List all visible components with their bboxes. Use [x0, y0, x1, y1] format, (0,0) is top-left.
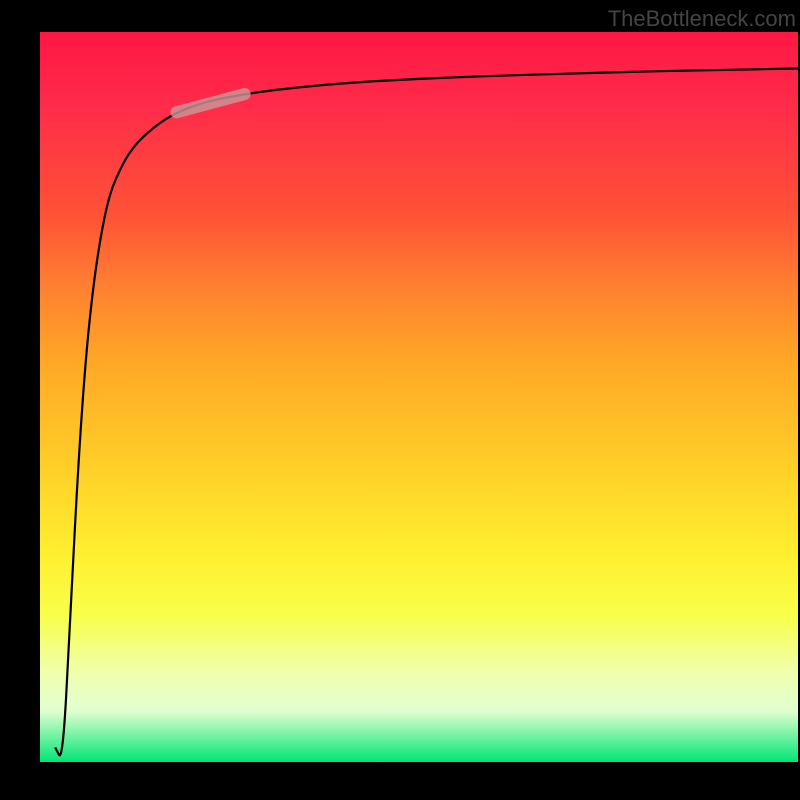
plot-area [40, 32, 798, 762]
curve-path [55, 69, 798, 756]
attribution-text: TheBottleneck.com [608, 6, 796, 32]
chart-frame: TheBottleneck.com [0, 0, 800, 800]
highlight-band [176, 94, 244, 112]
bottleneck-curve [40, 32, 798, 762]
